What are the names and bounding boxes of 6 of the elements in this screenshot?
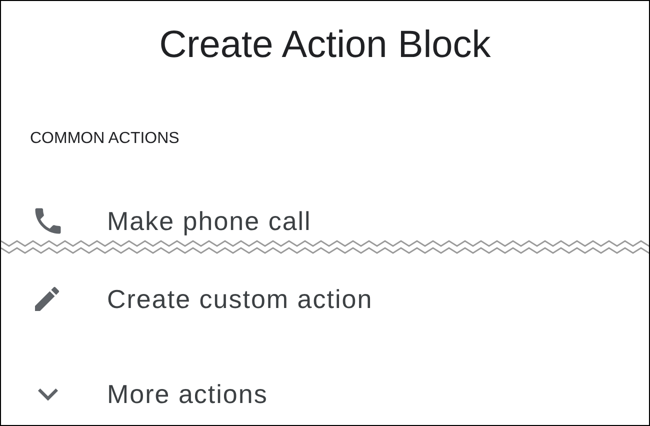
section-label: COMMON ACTIONS <box>30 130 180 148</box>
action-item[interactable]: Make phone call <box>107 206 312 236</box>
chevron-down-icon <box>38 388 58 400</box>
action-item[interactable]: Create custom action <box>107 284 373 314</box>
action-item[interactable]: More actions <box>107 378 268 410</box>
page-title: Create Action Block <box>158 22 492 68</box>
